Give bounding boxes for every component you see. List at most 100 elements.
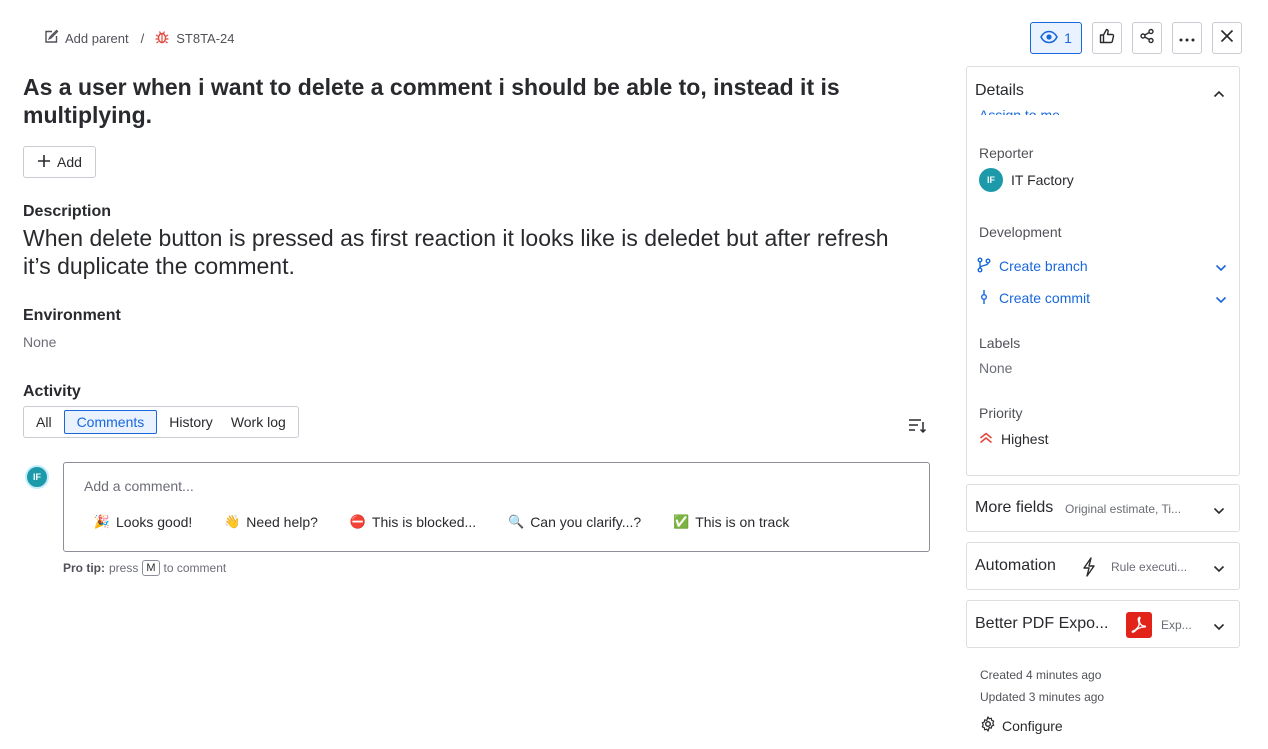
chevron-down-icon[interactable] [1215,291,1227,307]
quick-reply-label: Can you clarify...? [530,514,642,530]
tab-all[interactable]: All [27,410,61,434]
close-icon [1220,29,1234,48]
labels-value[interactable]: None [979,360,1012,376]
avatar: IF [25,465,49,489]
sort-icon[interactable] [908,417,928,440]
description-heading: Description [23,203,112,220]
create-commit-label: Create commit [999,290,1091,306]
thumbs-up-icon [1099,28,1115,49]
pdf-export-panel[interactable]: Better PDF Expo... Exp... [966,600,1240,648]
bug-icon [154,29,170,48]
more-fields-panel[interactable]: More fields Original estimate, Ti... [966,484,1240,532]
plus-icon [37,154,51,171]
wave-icon: 👋 [224,514,241,529]
avatar: IF [979,168,1003,192]
quick-reply-on-track[interactable]: ✅ This is on track [673,514,789,530]
eye-icon [1040,30,1058,47]
priority-label: Priority [979,405,1023,421]
pro-tip-rest: to comment [163,561,227,575]
environment-heading: Environment [23,307,121,324]
check-box-icon: ✅ [673,514,690,529]
chevron-up-icon[interactable] [1213,85,1225,103]
pro-tip: Pro tip: press M to comment [63,560,226,576]
add-parent-link[interactable]: Add parent [43,29,129,48]
quick-replies: 🎉 Looks good! 👋 Need help? ⛔ This is blo… [94,514,789,530]
tab-history[interactable]: History [160,410,222,434]
description-text[interactable]: When delete button is pressed as first r… [23,224,903,280]
like-button[interactable] [1092,22,1122,54]
keyboard-shortcut-key: M [142,560,160,576]
reporter-name: IT Factory [1011,172,1074,188]
created-timestamp: Created 4 minutes ago [980,668,1102,682]
watch-button[interactable]: 1 [1030,22,1082,54]
create-branch-link[interactable]: Create branch [977,256,1227,276]
pdf-export-title: Better PDF Expo... [975,615,1109,632]
more-horizontal-icon [1179,29,1195,47]
quick-reply-label: This is blocked... [371,514,477,530]
create-commit-link[interactable]: Create commit [977,288,1227,308]
details-panel: Details Assign to me Reporter IF IT Fact… [966,66,1240,476]
tab-work-log[interactable]: Work log [222,410,295,434]
comment-input[interactable]: Add a comment... 🎉 Looks good! 👋 Need he… [63,462,930,552]
quick-reply-blocked[interactable]: ⛔ This is blocked... [350,514,476,530]
updated-timestamp: Updated 3 minutes ago [980,690,1105,704]
pdf-icon [1126,612,1152,638]
top-bar: Add parent / ST8TA-24 1 [0,22,1268,54]
breadcrumb-separator: / [140,31,145,46]
automation-panel[interactable]: Automation Rule executi... [966,542,1240,590]
magnifier-icon: 🔍 [508,514,525,529]
quick-reply-looks-good[interactable]: 🎉 Looks good! [94,514,192,530]
pro-tip-press: press [109,561,139,575]
chevron-down-icon [1213,618,1225,636]
assign-to-me-link[interactable]: Assign to me [979,107,1060,115]
lightning-icon [1082,557,1096,582]
activity-tabs: All Comments History Work log [23,406,299,438]
gear-icon [980,716,996,735]
quick-reply-label: Need help? [246,514,318,530]
no-entry-icon: ⛔ [349,514,367,529]
automation-summary: Rule executi... [1111,560,1188,574]
add-parent-label: Add parent [65,31,129,46]
tab-comments[interactable]: Comments [63,410,158,434]
priority-highest-icon [979,431,993,447]
edit-icon [43,29,59,48]
chevron-down-icon [1213,560,1225,578]
issue-key-link[interactable]: ST8TA-24 [154,29,235,48]
environment-value[interactable]: None [23,334,56,350]
details-title[interactable]: Details [975,82,1024,100]
quick-reply-need-help[interactable]: 👋 Need help? [224,514,318,530]
chevron-down-icon [1213,502,1225,520]
quick-reply-label: Looks good! [116,514,193,530]
activity-heading: Activity [23,383,81,400]
more-actions-button[interactable] [1172,22,1202,54]
development-label: Development [979,224,1062,240]
party-icon: 🎉 [93,514,111,529]
priority-value-label: Highest [1001,431,1049,447]
more-fields-summary: Original estimate, Ti... [1065,502,1182,516]
reporter-value[interactable]: IF IT Factory [979,168,1074,192]
configure-button[interactable]: Configure [980,716,1063,735]
automation-title: Automation [975,557,1056,574]
issue-actions: 1 [1030,22,1242,54]
close-button[interactable] [1212,22,1242,54]
add-button[interactable]: Add [23,146,96,178]
reporter-label: Reporter [979,145,1034,161]
pro-tip-label: Pro tip: [63,561,105,575]
branch-icon [977,257,991,276]
more-fields-title: More fields [975,499,1054,516]
chevron-down-icon[interactable] [1215,259,1227,275]
commit-icon [977,289,991,308]
share-button[interactable] [1132,22,1162,54]
issue-key: ST8TA-24 [176,31,235,46]
priority-value[interactable]: Highest [979,431,1048,447]
quick-reply-clarify[interactable]: 🔍 Can you clarify...? [508,514,641,530]
quick-reply-label: This is on track [695,514,790,530]
create-branch-label: Create branch [999,258,1088,274]
configure-label: Configure [1002,717,1063,734]
issue-title[interactable]: As a user when i want to delete a commen… [23,73,903,129]
comment-placeholder: Add a comment... [84,478,194,494]
pdf-export-summary: Exp... [1161,618,1192,632]
breadcrumb: Add parent / ST8TA-24 [43,29,235,48]
add-button-label: Add [57,154,82,170]
share-icon [1139,28,1155,49]
